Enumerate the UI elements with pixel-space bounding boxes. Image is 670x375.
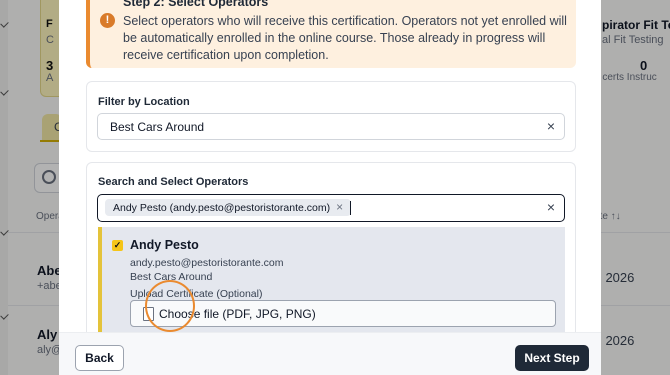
- alert-text: Select operators who will receive this c…: [123, 14, 567, 62]
- step-info-alert: ! Step 2: Select Operators Select operat…: [86, 0, 576, 68]
- location-filter-value: Best Cars Around: [110, 120, 205, 134]
- operator-search-input[interactable]: Andy Pesto (andy.pesto@pestoristorante.c…: [97, 194, 565, 222]
- choose-file-button[interactable]: Choose file (PDF, JPG, PNG): [130, 300, 556, 327]
- location-filter-panel: Filter by Location Best Cars Around ×: [86, 81, 576, 152]
- file-icon: [143, 307, 154, 321]
- warning-icon: !: [100, 13, 115, 28]
- select-operators-modal: ! Step 2: Select Operators Select operat…: [59, 0, 601, 375]
- clear-search-icon[interactable]: ×: [547, 199, 555, 215]
- operator-email: andy.pesto@pestoristorante.com: [130, 257, 284, 269]
- chip-label: Andy Pesto (andy.pesto@pestoristorante.c…: [113, 202, 331, 214]
- selected-operator-card[interactable]: ✓ Andy Pesto andy.pesto@pestoristorante.…: [98, 227, 565, 347]
- operator-search-label: Search and Select Operators: [98, 176, 249, 188]
- operator-search-panel: Search and Select Operators Andy Pesto (…: [86, 162, 576, 352]
- choose-file-label: Choose file (PDF, JPG, PNG): [159, 307, 316, 321]
- alert-title: Step 2: Select Operators: [123, 0, 269, 9]
- clear-location-icon[interactable]: ×: [547, 118, 555, 134]
- next-step-button[interactable]: Next Step: [515, 345, 589, 371]
- text-cursor: [350, 201, 351, 215]
- location-filter-label: Filter by Location: [98, 96, 190, 108]
- modal-footer: Back Next Step: [59, 332, 601, 375]
- back-button[interactable]: Back: [75, 345, 124, 371]
- chip-remove-icon[interactable]: ×: [336, 200, 343, 214]
- location-filter-field[interactable]: Best Cars Around ×: [97, 113, 565, 140]
- selected-operator-chip[interactable]: Andy Pesto (andy.pesto@pestoristorante.c…: [105, 199, 352, 216]
- upload-certificate-label: Upload Certificate (Optional): [130, 288, 263, 300]
- operator-name: Andy Pesto: [130, 238, 199, 252]
- operator-checkbox[interactable]: ✓: [112, 240, 123, 251]
- operator-location: Best Cars Around: [130, 271, 213, 283]
